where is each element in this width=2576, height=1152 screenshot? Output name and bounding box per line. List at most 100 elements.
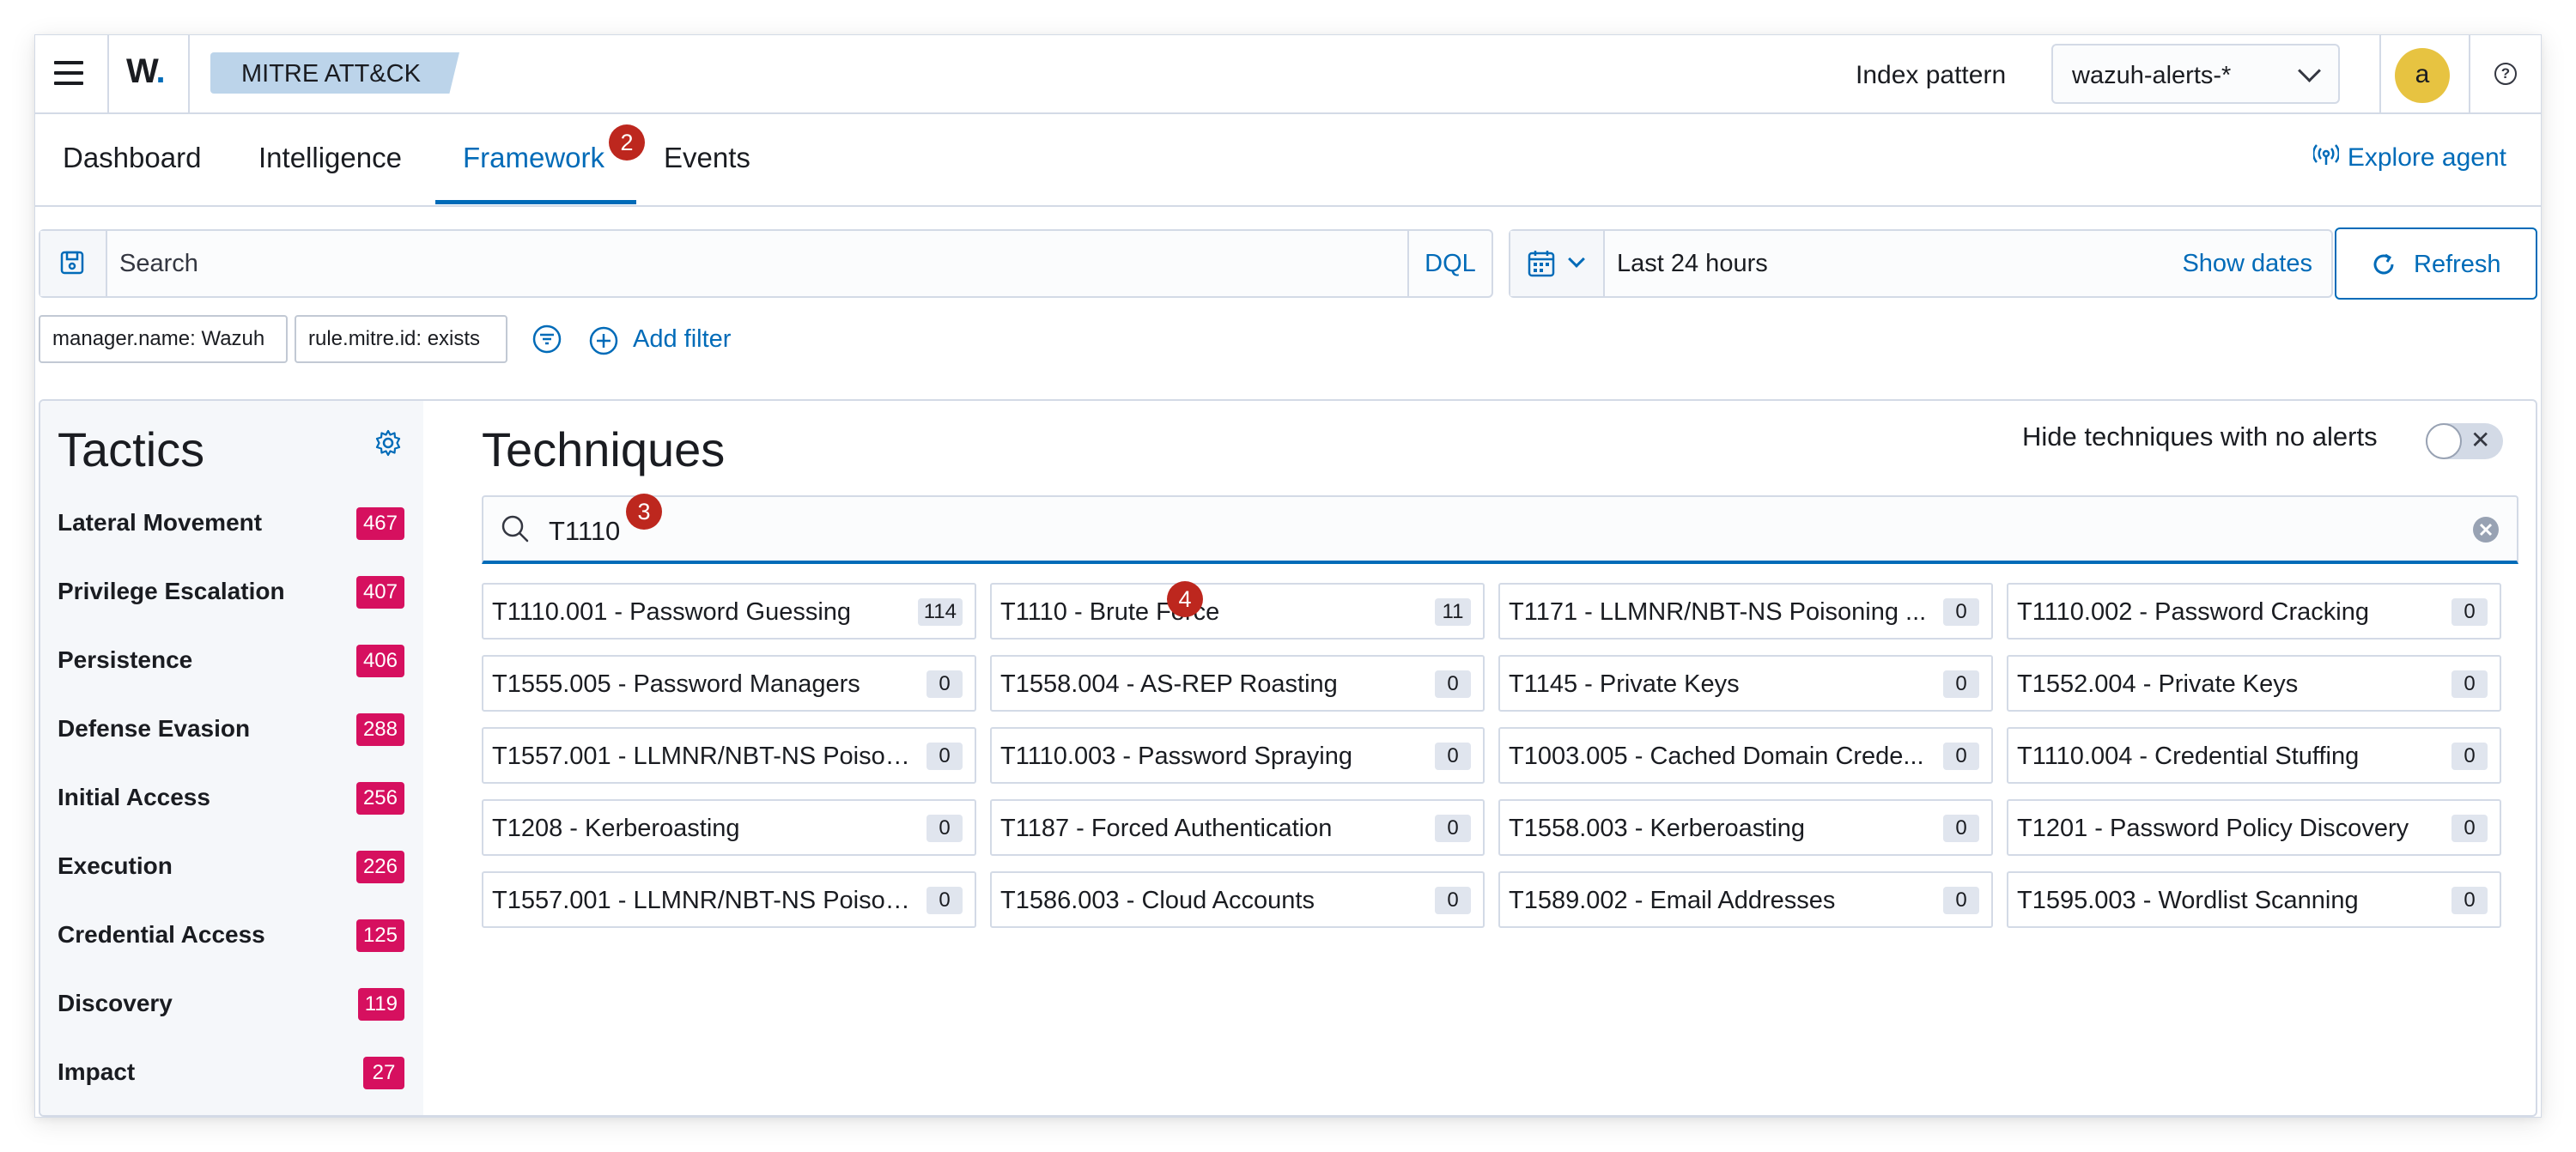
date-range-label[interactable]: Last 24 hours: [1617, 250, 1768, 278]
technique-card[interactable]: T1003.005 - Cached Domain Crede... 0: [1498, 727, 1993, 784]
tactics-sidebar: Tactics Lateral Movement 467 Privilege E…: [40, 401, 423, 1115]
technique-card[interactable]: T1110.001 - Password Guessing 114: [482, 583, 976, 640]
chevron-down-icon: [1568, 251, 1585, 268]
quick-menu-button[interactable]: [1510, 231, 1605, 296]
help-icon[interactable]: ?: [2494, 63, 2517, 85]
technique-name: T1110.004 - Credential Stuffing: [2017, 743, 2360, 770]
date-picker: Last 24 hours Show dates: [1509, 229, 2333, 298]
filter-options-icon[interactable]: [532, 324, 562, 359]
technique-card[interactable]: T1110.003 - Password Spraying 0: [990, 727, 1485, 784]
technique-card[interactable]: T1187 - Forced Authentication 0: [990, 799, 1485, 856]
technique-card[interactable]: T1552.004 - Private Keys 0: [2007, 655, 2501, 712]
tactic-count-badge: 119: [357, 988, 404, 1021]
filter-pill[interactable]: rule.mitre.id: exists: [295, 315, 507, 363]
technique-name: T1595.003 - Wordlist Scanning: [2017, 887, 2359, 914]
tactic-item[interactable]: Lateral Movement 467: [58, 500, 404, 549]
technique-count: 0: [2451, 743, 2488, 770]
tactic-count-badge: 407: [355, 576, 404, 609]
tactic-item[interactable]: Discovery 119: [58, 981, 404, 1029]
technique-card[interactable]: T1555.005 - Password Managers 0: [482, 655, 976, 712]
plus-circle-icon: [588, 325, 619, 363]
refresh-label: Refresh: [2414, 251, 2501, 278]
tactic-count-badge: 27: [363, 1057, 404, 1089]
tactic-name: Privilege Escalation: [58, 578, 285, 604]
technique-card[interactable]: T1586.003 - Cloud Accounts 0: [990, 871, 1485, 928]
tab-intelligence[interactable]: Intelligence: [258, 142, 402, 174]
technique-name: T1558.003 - Kerberoasting: [1509, 815, 1805, 842]
tactic-name: Persistence: [58, 646, 193, 673]
chevron-down-icon: [2298, 59, 2321, 82]
hide-techniques-toggle[interactable]: ✕: [2426, 423, 2503, 459]
tactic-item[interactable]: Persistence 406: [58, 638, 404, 686]
technique-card[interactable]: T1110.004 - Credential Stuffing 0: [2007, 727, 2501, 784]
technique-count: 0: [1435, 743, 1471, 770]
technique-card[interactable]: T1201 - Password Policy Discovery 0: [2007, 799, 2501, 856]
techniques-title: Techniques: [482, 422, 726, 476]
clear-search-icon[interactable]: [2472, 516, 2500, 548]
technique-count: 0: [2451, 598, 2488, 626]
tactic-name: Initial Access: [58, 784, 210, 810]
broadcast-icon: [2312, 144, 2340, 173]
refresh-button[interactable]: Refresh: [2335, 227, 2537, 300]
saved-query-icon[interactable]: [40, 231, 107, 296]
tab-events[interactable]: Events: [664, 142, 750, 174]
tactic-item[interactable]: Defense Evasion 288: [58, 706, 404, 755]
technique-card[interactable]: T1589.002 - Email Addresses 0: [1498, 871, 1993, 928]
technique-count: 0: [927, 670, 963, 698]
app-window: W. MITRE ATT&CK Index pattern wazuh-aler…: [34, 34, 2542, 1118]
technique-name: T1110 - Brute Force: [1000, 598, 1220, 626]
tab-dashboard[interactable]: Dashboard: [63, 142, 201, 174]
annotation-marker: 2: [609, 124, 645, 161]
tactic-item[interactable]: Privilege Escalation 407: [58, 569, 404, 617]
technique-card[interactable]: T1595.003 - Wordlist Scanning 0: [2007, 871, 2501, 928]
technique-card[interactable]: T1557.001 - LLMNR/NBT-NS Poison... 0: [482, 871, 976, 928]
technique-name: T1110.003 - Password Spraying: [1000, 743, 1352, 770]
tactic-count-badge: 406: [355, 645, 404, 677]
technique-count: 0: [1435, 815, 1471, 842]
module-tabs: Dashboard Intelligence Framework 2 Event…: [35, 114, 2541, 207]
technique-name: T1558.004 - AS-REP Roasting: [1000, 670, 1338, 698]
tab-framework[interactable]: Framework: [463, 142, 605, 174]
wazuh-logo[interactable]: W.: [126, 52, 166, 91]
tactic-item[interactable]: Initial Access 256: [58, 775, 404, 823]
technique-count: 0: [927, 815, 963, 842]
menu-icon[interactable]: [54, 61, 83, 85]
query-language-button[interactable]: DQL: [1407, 231, 1492, 296]
filter-pill[interactable]: manager.name: Wazuh: [39, 315, 288, 363]
technique-card[interactable]: T1557.001 - LLMNR/NBT-NS Poison... 0: [482, 727, 976, 784]
active-tab-indicator: [435, 200, 636, 204]
technique-card[interactable]: T1110 - Brute Force 11: [990, 583, 1485, 640]
breadcrumb-label[interactable]: MITRE ATT&CK: [241, 60, 421, 88]
technique-card[interactable]: T1558.003 - Kerberoasting 0: [1498, 799, 1993, 856]
technique-search-input[interactable]: T1110: [482, 495, 2518, 564]
technique-card[interactable]: T1110.002 - Password Cracking 0: [2007, 583, 2501, 640]
query-bar: Search DQL: [39, 229, 1493, 298]
tactic-item[interactable]: Credential Access 125: [58, 913, 404, 961]
gear-icon[interactable]: [374, 428, 403, 462]
technique-count: 11: [1435, 598, 1471, 626]
technique-card[interactable]: T1208 - Kerberoasting 0: [482, 799, 976, 856]
technique-name: T1110.001 - Password Guessing: [492, 598, 852, 626]
show-dates-button[interactable]: Show dates: [2182, 250, 2312, 278]
technique-count: 0: [1435, 887, 1471, 914]
technique-count: 0: [1943, 743, 1979, 770]
technique-count: 0: [2451, 887, 2488, 914]
add-filter-label: Add filter: [633, 325, 732, 353]
tactic-count-badge: 467: [355, 507, 404, 540]
tactic-name: Credential Access: [58, 921, 265, 948]
tactic-item[interactable]: Impact 27: [58, 1050, 404, 1098]
search-input[interactable]: Search: [119, 250, 198, 278]
avatar[interactable]: a: [2395, 48, 2450, 103]
top-header: W. MITRE ATT&CK Index pattern wazuh-aler…: [35, 35, 2541, 114]
tactic-count-badge: 288: [355, 713, 404, 746]
technique-name: T1208 - Kerberoasting: [492, 815, 740, 842]
index-pattern-select[interactable]: wazuh-alerts-*: [2051, 44, 2340, 104]
explore-agent-button[interactable]: Explore agent: [2312, 143, 2506, 173]
technique-card[interactable]: T1171 - LLMNR/NBT-NS Poisoning ... 0: [1498, 583, 1993, 640]
technique-card[interactable]: T1558.004 - AS-REP Roasting 0: [990, 655, 1485, 712]
index-pattern-value: wazuh-alerts-*: [2072, 62, 2232, 89]
technique-count: 0: [1943, 670, 1979, 698]
technique-count: 0: [1435, 670, 1471, 698]
tactic-item[interactable]: Execution 226: [58, 844, 404, 892]
technique-card[interactable]: T1145 - Private Keys 0: [1498, 655, 1993, 712]
